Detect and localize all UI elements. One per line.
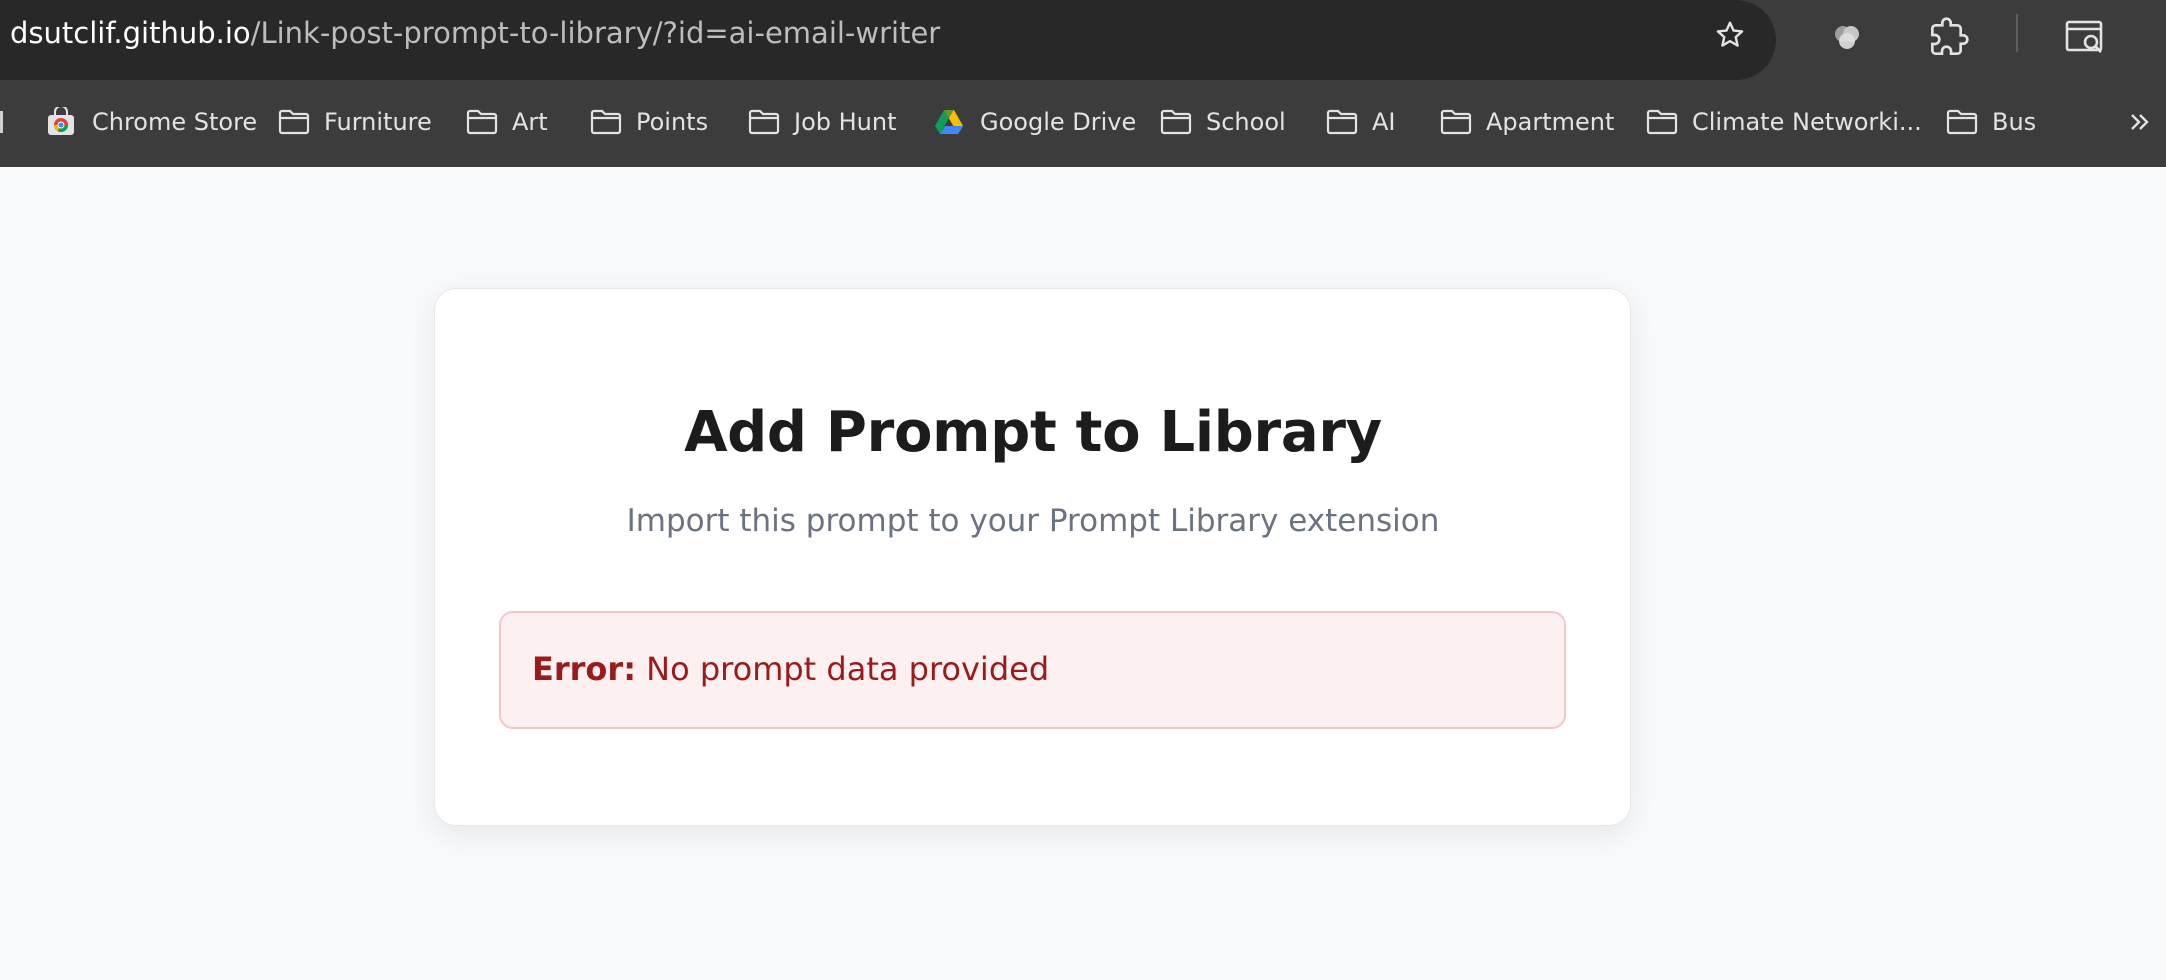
folder-icon (748, 108, 780, 136)
error-detail: No prompt data provided (646, 650, 1050, 688)
bookmark-label: Art (512, 108, 548, 136)
bookmark-label: Furniture (324, 108, 432, 136)
page-subtitle: Import this prompt to your Prompt Librar… (626, 503, 1440, 539)
bookmark-bus[interactable]: Bus (1946, 102, 2036, 142)
folder-icon (1646, 108, 1678, 136)
bookmark-label: Climate Networki... (1692, 108, 1922, 136)
bookmark-job-hunt[interactable]: Job Hunt (748, 102, 897, 142)
folder-icon (1440, 108, 1472, 136)
bookmark-furniture[interactable]: Furniture (278, 102, 432, 142)
bookmark-label: AI (1372, 108, 1396, 136)
extensions-icon[interactable] (1924, 12, 1974, 62)
url-path: /Link-post-prompt-to-library/?id=ai-emai… (250, 16, 941, 50)
chevron-double-right-icon[interactable] (2122, 104, 2158, 140)
page-title: Add Prompt to Library (684, 400, 1382, 465)
url-text[interactable]: dsutclif.github.io/Link-post-prompt-to-l… (10, 14, 940, 52)
bookmark-art[interactable]: Art (466, 102, 548, 142)
folder-icon (278, 108, 310, 136)
chrome-store-icon (46, 107, 78, 136)
bookmark-climate-networking[interactable]: Climate Networki... (1646, 102, 1922, 142)
bookmark-apartment[interactable]: Apartment (1440, 102, 1614, 142)
bookmark-label: Apartment (1486, 108, 1615, 136)
import-card (434, 288, 1631, 826)
google-drive-icon (934, 108, 966, 136)
bookmark-label: Bus (1992, 108, 2037, 136)
folder-icon (1946, 108, 1978, 136)
address-bar[interactable]: dsutclif.github.io/Link-post-prompt-to-l… (0, 0, 1776, 80)
bookmark-school[interactable]: School (1160, 102, 1286, 142)
folder-icon (1326, 108, 1358, 136)
bookmark-points[interactable]: Points (590, 102, 708, 142)
bookmark-label: Chrome Store (92, 108, 258, 136)
star-icon[interactable] (1710, 15, 1750, 55)
toolbar-separator (2016, 14, 2018, 52)
tab-search-icon[interactable] (2060, 12, 2110, 62)
bookmark-overflow-edge (0, 111, 3, 133)
url-domain: dsutclif.github.io (10, 16, 251, 50)
folder-icon (590, 108, 622, 136)
profile-icon[interactable] (1822, 12, 1872, 62)
folder-icon (1160, 108, 1192, 136)
bookmark-label: Points (636, 108, 709, 136)
bookmark-google-drive[interactable]: Google Drive (934, 102, 1136, 142)
bookmark-label: Google Drive (980, 108, 1137, 136)
bookmark-label: School (1206, 108, 1286, 136)
bookmark-ai[interactable]: AI (1326, 102, 1396, 142)
error-label: Error: (532, 650, 636, 688)
bookmark-chrome-store[interactable]: Chrome Store (46, 102, 257, 142)
browser-toolbar: dsutclif.github.io/Link-post-prompt-to-l… (0, 0, 2166, 80)
bookmark-label: Job Hunt (794, 108, 897, 136)
folder-icon (466, 108, 498, 136)
error-message: Error: No prompt data provided (532, 650, 1049, 688)
